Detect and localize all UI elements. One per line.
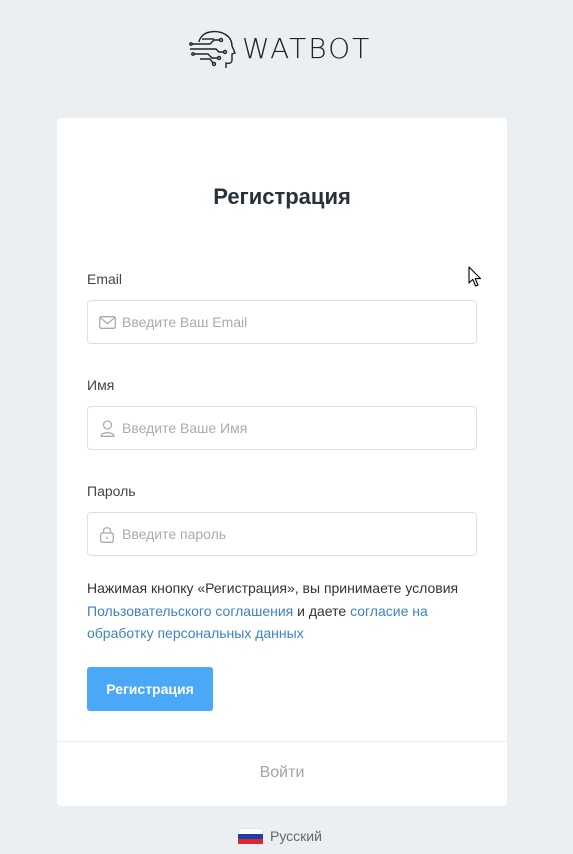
- register-button[interactable]: Регистрация: [87, 667, 213, 711]
- watbot-logo: WATBOT: [188, 28, 371, 70]
- terms-prefix: Нажимая кнопку «Регистрация», вы принима…: [87, 580, 459, 596]
- login-link[interactable]: Войти: [57, 764, 507, 782]
- language-selector[interactable]: Русский: [238, 828, 322, 844]
- password-field[interactable]: [87, 512, 477, 556]
- password-input[interactable]: [122, 526, 462, 542]
- page-title: Регистрация: [213, 184, 351, 209]
- user-agreement-link[interactable]: Пользовательского соглашения: [87, 603, 293, 619]
- language-label: Русский: [270, 828, 322, 844]
- name-label: Имя: [87, 377, 115, 393]
- card-divider: [57, 741, 507, 742]
- registration-card: Регистрация Email Имя Пароль Нажимая кно…: [57, 118, 507, 806]
- terms-text: Нажимая кнопку «Регистрация», вы принима…: [87, 577, 487, 645]
- email-field[interactable]: [87, 300, 477, 344]
- password-label: Пароль: [87, 483, 136, 499]
- mouse-cursor-icon: [468, 266, 482, 287]
- user-icon: [98, 419, 116, 437]
- russia-flag-icon: [238, 828, 263, 844]
- email-input[interactable]: [122, 314, 462, 330]
- terms-middle: и даете: [297, 602, 347, 619]
- lock-icon: [98, 525, 116, 543]
- email-label: Email: [87, 271, 123, 287]
- name-input[interactable]: [122, 420, 462, 436]
- logo-text: WATBOT: [242, 32, 372, 65]
- envelope-icon: [98, 313, 116, 331]
- robot-head-icon: [189, 30, 236, 68]
- name-field[interactable]: [87, 406, 477, 450]
